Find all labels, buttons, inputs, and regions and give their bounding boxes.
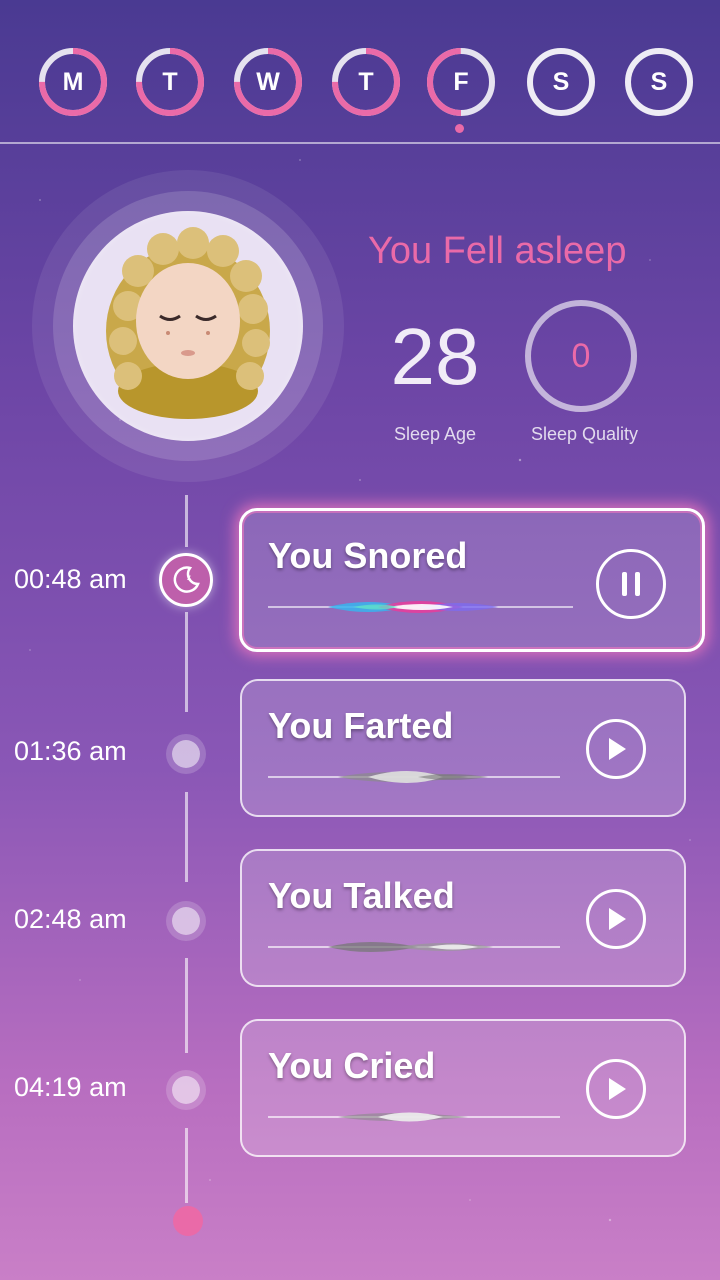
header-divider [0, 142, 720, 144]
day-monday[interactable]: M [38, 47, 108, 117]
play-icon [609, 908, 626, 930]
event-time: 02:48 am [14, 904, 127, 934]
timeline-line [185, 958, 188, 1053]
play-icon [609, 738, 626, 760]
pause-icon [622, 572, 640, 596]
sleep-quality-value: 0 [571, 336, 591, 375]
timeline-line [185, 612, 188, 712]
event-time: 01:36 am [14, 736, 127, 766]
audio-waveform [268, 1112, 560, 1122]
day-friday[interactable]: F [426, 47, 496, 117]
timeline-node [172, 907, 200, 935]
event-title: You Farted [268, 705, 454, 746]
selected-day-indicator [455, 124, 464, 133]
event-title: You Snored [268, 535, 468, 576]
event-card-farted[interactable]: You Farted [240, 679, 686, 817]
day-label: S [552, 67, 570, 96]
day-label: T [358, 67, 374, 96]
audio-waveform [268, 771, 560, 783]
timeline-line [185, 495, 188, 547]
svg-text:z: z [187, 573, 191, 582]
event-card-snored[interactable]: You Snored [239, 508, 705, 652]
timeline-node [172, 1076, 200, 1104]
timeline-node-active: z [159, 553, 213, 607]
audio-waveform [268, 942, 560, 952]
day-sunday[interactable]: S [624, 47, 694, 117]
day-wednesday[interactable]: W [233, 47, 303, 117]
fell-asleep-title: You Fell asleep [368, 230, 627, 272]
timeline-line [185, 1128, 188, 1203]
event-time: 00:48 am [14, 564, 127, 594]
day-label: F [453, 67, 469, 96]
sleep-age-value: 28 [390, 312, 480, 401]
play-icon [609, 1078, 626, 1100]
day-selector: M T W T F S S [38, 47, 694, 117]
audio-waveform [268, 601, 573, 613]
play-button[interactable] [586, 1059, 646, 1119]
day-label: M [62, 67, 84, 96]
day-thursday[interactable]: T [331, 47, 401, 117]
day-label: W [256, 67, 280, 96]
play-button[interactable] [586, 889, 646, 949]
timeline-end-node [173, 1206, 203, 1236]
timeline-line [185, 792, 188, 882]
moon-icon: z [173, 566, 200, 593]
event-card-talked[interactable]: You Talked [240, 849, 686, 987]
event-time: 04:19 am [14, 1072, 127, 1102]
event-title: You Cried [268, 1045, 436, 1086]
avatar [73, 211, 303, 441]
sleep-quality-label: Sleep Quality [530, 424, 639, 444]
sleep-age-label: Sleep Age [393, 424, 477, 444]
event-title: You Talked [268, 875, 455, 916]
timeline-node [172, 740, 200, 768]
day-tuesday[interactable]: T [135, 47, 205, 117]
play-button[interactable] [586, 719, 646, 779]
day-label: T [162, 67, 178, 96]
sleeping-avatar-icon [106, 227, 270, 419]
day-saturday[interactable]: S [526, 47, 596, 117]
pause-button[interactable] [596, 549, 666, 619]
event-card-cried[interactable]: You Cried [240, 1019, 686, 1157]
day-label: S [650, 67, 668, 96]
